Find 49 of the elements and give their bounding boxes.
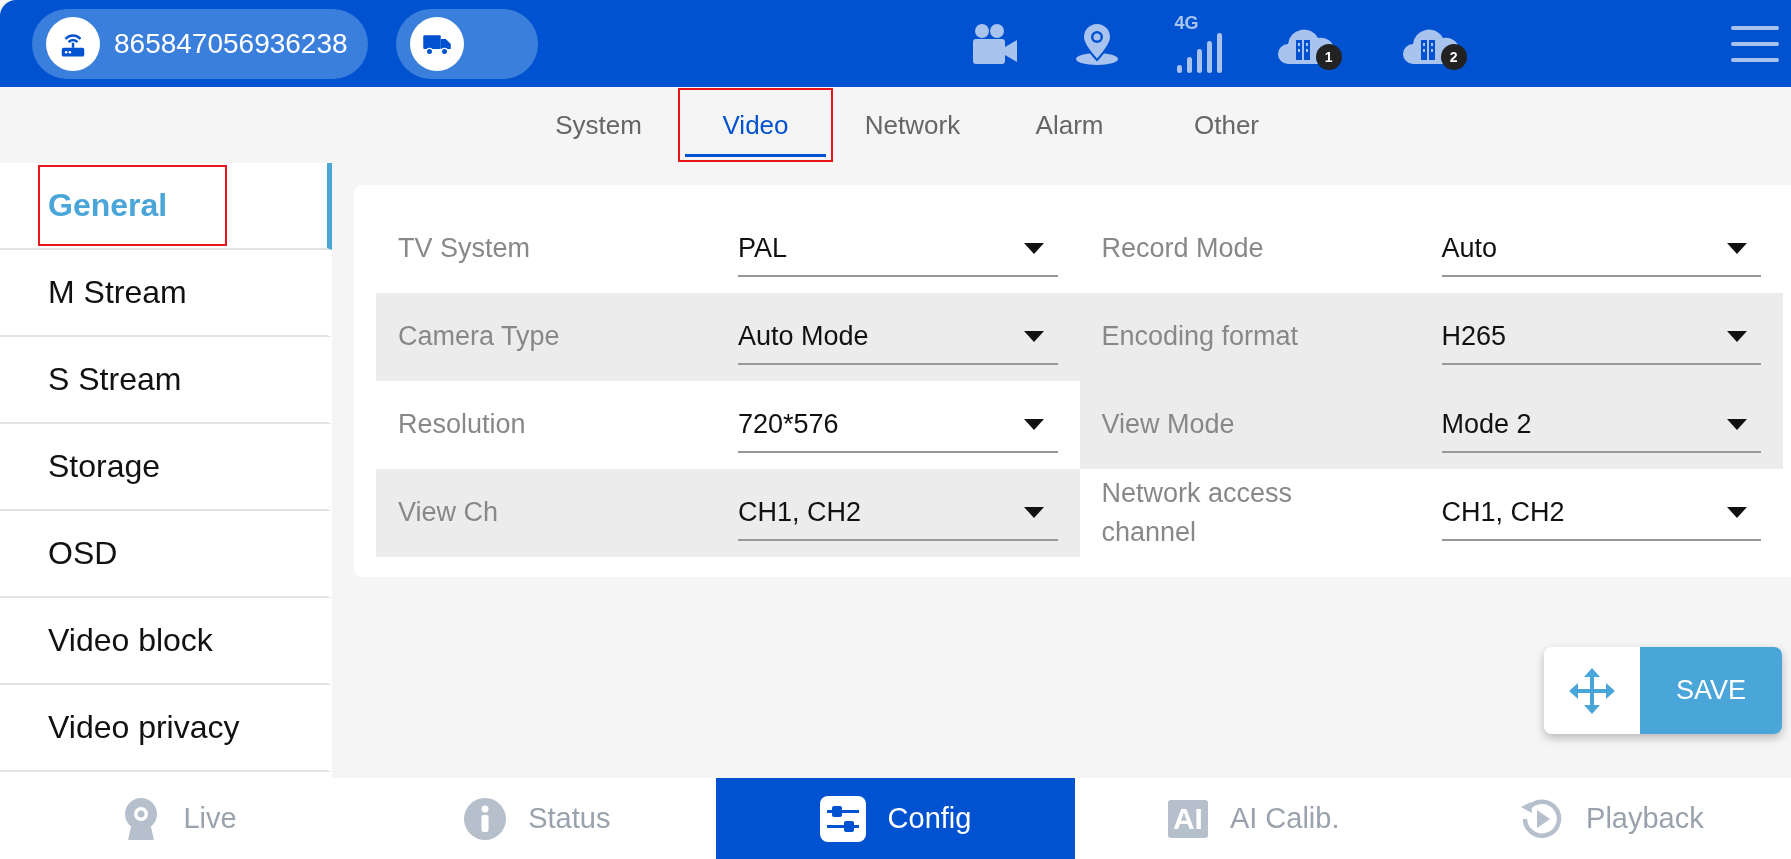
dropdown-caret-icon	[1727, 418, 1747, 430]
field-label: Resolution	[398, 408, 527, 442]
device-id: 865847056936238	[114, 27, 348, 60]
info-icon	[464, 797, 507, 840]
dropdown-field[interactable]: 720*576	[738, 397, 1058, 453]
dropdown-field[interactable]: CH1, CH2	[738, 485, 1058, 541]
field-label: Encoding format	[1101, 320, 1300, 354]
dropdown-field[interactable]: Auto Mode	[738, 309, 1058, 365]
video-camera-icon[interactable]	[970, 22, 1019, 65]
tab[interactable]: Video	[677, 87, 834, 163]
tab[interactable]: System	[520, 87, 677, 163]
field-label: Network access channel	[1101, 476, 1294, 549]
dropdown-field[interactable]: Auto	[1441, 221, 1761, 277]
tab[interactable]: Other	[1148, 87, 1305, 163]
sidebar-item-label: M Stream	[48, 274, 187, 311]
dropdown-field[interactable]: H265	[1441, 309, 1761, 365]
dropdown-field[interactable]: PAL	[738, 221, 1058, 277]
sidebar-item-label: Storage	[48, 448, 161, 485]
tab[interactable]: Alarm	[991, 87, 1148, 163]
field-label: Record Mode	[1101, 232, 1265, 266]
sidebar-item-label: S Stream	[48, 361, 182, 398]
move-button[interactable]	[1544, 647, 1640, 734]
dropdown-caret-icon	[1023, 242, 1044, 254]
dropdown-field[interactable]: Mode 2	[1441, 397, 1761, 453]
field-label: View Ch	[398, 496, 500, 530]
dropdown-field[interactable]: CH1, CH2	[1441, 485, 1761, 541]
move-arrows-icon	[1569, 667, 1615, 714]
dropdown-caret-icon	[1023, 330, 1044, 342]
field-label: TV System	[398, 232, 532, 266]
ai-icon: AI	[1167, 799, 1208, 838]
nav-tab[interactable]: Config	[716, 778, 1075, 859]
sidebar-item-label: Video block	[48, 622, 213, 659]
sliders-icon	[819, 795, 866, 842]
sidebar-item-label: General	[40, 167, 226, 244]
field-label: Camera Type	[398, 320, 561, 354]
dropdown-caret-icon	[1023, 506, 1044, 518]
dropdown-caret-icon	[1727, 506, 1747, 518]
signal-bars-icon	[1176, 32, 1223, 73]
dropdown-caret-icon	[1727, 242, 1747, 254]
dropdown-caret-icon	[1727, 330, 1747, 342]
field-label: View Mode	[1101, 408, 1236, 442]
sidebar-item-label: Video privacy	[48, 709, 240, 746]
dropdown-caret-icon	[1023, 418, 1044, 430]
network-type-label: 4G	[1174, 12, 1199, 34]
sidebar-item-label: OSD	[48, 535, 118, 572]
menu-icon[interactable]	[1731, 23, 1779, 64]
location-pin-icon[interactable]	[1073, 21, 1120, 66]
device-pill[interactable]: 865847056936238	[32, 8, 368, 79]
tab[interactable]: Network	[834, 87, 991, 163]
